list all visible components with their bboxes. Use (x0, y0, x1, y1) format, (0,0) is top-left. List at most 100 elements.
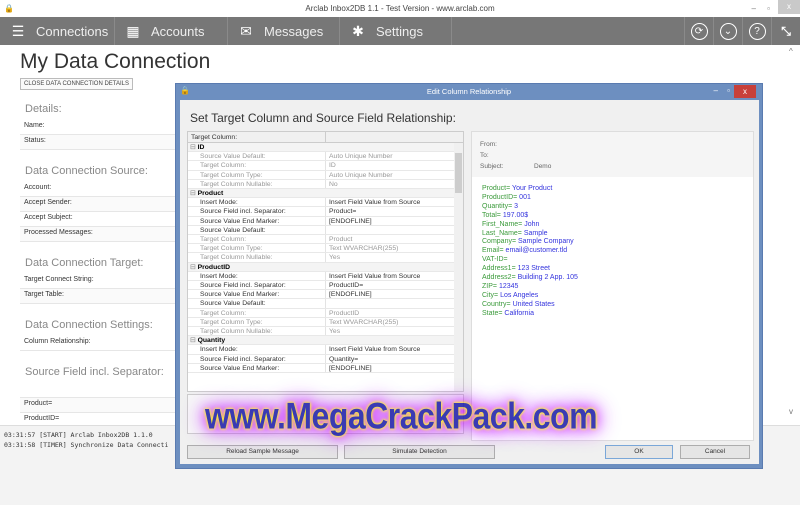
cancel-button[interactable]: Cancel (680, 445, 750, 459)
grid-row[interactable]: Target Column Nullable: Yes (188, 253, 454, 263)
reload-sample-button[interactable]: Reload Sample Message (187, 445, 338, 459)
nav-messages[interactable]: ✉ Messages (228, 17, 340, 45)
grid-row[interactable]: Insert Mode: Insert Field Value from Sour… (188, 271, 454, 281)
property-value[interactable]: Yes (326, 327, 340, 335)
property-grid[interactable]: Target Column: ⊟ ID Source Value Default:… (187, 131, 464, 392)
collapse-icon[interactable]: ⊟ (190, 337, 198, 344)
nav-label: Accounts (151, 23, 205, 39)
grid-row[interactable]: Target Column Nullable: No (188, 179, 454, 189)
message-line: Company= Sample Company (482, 238, 578, 247)
simulate-detection-button[interactable]: Simulate Detection (344, 445, 495, 459)
property-value[interactable]: Quantity= (326, 355, 358, 363)
grid-row[interactable]: Target Column Type: Auto Unique Number (188, 170, 454, 180)
dialog-maximize-button[interactable]: ▫ (727, 86, 730, 95)
property-value[interactable]: ID (326, 161, 336, 169)
grid-row[interactable]: Source Value End Marker: [ENDOFLINE] (188, 216, 454, 226)
property-name: Target Column: (188, 161, 326, 170)
dialog-minimize-button[interactable]: – (714, 86, 718, 95)
property-value[interactable]: Product (326, 235, 352, 243)
nav-connections[interactable]: ☰ Connections (0, 17, 115, 45)
grid-category[interactable]: ⊟ ID (188, 143, 454, 153)
grid-category[interactable]: ⊟ Quantity (188, 336, 454, 346)
grid-row[interactable]: Source Field incl. Separator: Quantity= (188, 354, 454, 364)
property-value[interactable]: ProductID= (326, 281, 363, 289)
collapse-icon[interactable]: ⊟ (190, 264, 198, 271)
field-value: Sample Company (518, 238, 574, 246)
field-key: Product= (482, 185, 511, 192)
scroll-up-icon[interactable]: ^ (789, 47, 793, 56)
property-value[interactable]: Auto Unique Number (326, 152, 392, 160)
message-line: Address1= 123 Street (482, 265, 578, 274)
dropdown-button[interactable]: ⌄ (713, 17, 742, 45)
grid-row[interactable]: Source Field incl. Separator: ProductID= (188, 281, 454, 291)
field-value: email@customer.tld (505, 247, 568, 255)
grid-row[interactable]: Target Column Type: Text WVARCHAR(255) (188, 244, 454, 254)
property-value[interactable]: Insert Field Value from Source (326, 345, 420, 353)
subject-value: Demo (534, 163, 552, 170)
collapse-icon[interactable]: ⊟ (190, 144, 198, 151)
property-value[interactable]: [ENDOFLINE] (326, 217, 372, 225)
property-value[interactable]: Insert Field Value from Source (326, 198, 420, 206)
grid-row[interactable]: Source Field incl. Separator: Product= (188, 207, 454, 217)
grid-row[interactable]: Insert Mode: Insert Field Value from Sour… (188, 345, 454, 355)
field-value: 123 Street (517, 265, 550, 273)
field-key: ProductID= (482, 193, 518, 201)
property-value[interactable]: Text WVARCHAR(255) (326, 244, 398, 252)
property-name: Target Column Nullable: (188, 179, 326, 188)
category-label: ⊟ ProductID (188, 263, 326, 271)
grid-row[interactable]: Target Column: ProductID (188, 308, 454, 318)
grid-category[interactable]: ⊟ Product (188, 189, 454, 199)
grid-row[interactable]: Target Column Type: Text WVARCHAR(255) (188, 317, 454, 327)
property-value[interactable]: Yes (326, 253, 340, 261)
window-titlebar: 🔒 Arclab Inbox2DB 1.1 - Test Version - w… (0, 0, 800, 17)
dialog-close-button[interactable]: x (734, 85, 756, 98)
grid-scroll-thumb[interactable] (455, 153, 462, 193)
grid-row[interactable]: Source Value Default: (188, 299, 454, 309)
grid-row[interactable]: Target Column: Product (188, 235, 454, 245)
page-scrollbar[interactable]: ^ v (786, 45, 800, 425)
grid-row[interactable]: Target Column Nullable: Yes (188, 327, 454, 337)
message-line: ProductID= 001 (482, 194, 578, 203)
grid-row[interactable]: Target Column: ID (188, 161, 454, 171)
grid-row[interactable]: Source Value Default: (188, 225, 454, 235)
collapse-icon: ⤡ (781, 23, 791, 38)
grid-scrollbar[interactable] (454, 143, 463, 391)
scroll-down-icon[interactable]: v (789, 407, 793, 416)
message-header: From: To: Subject: Demo (472, 132, 753, 177)
property-description (187, 394, 464, 434)
field-key: Last_Name= (482, 229, 522, 237)
property-value[interactable]: ProductID (326, 309, 359, 317)
field-label: Product= (20, 398, 180, 413)
property-value[interactable]: Product= (326, 207, 356, 215)
property-value[interactable]: [ENDOFLINE] (326, 364, 372, 372)
grid-row[interactable]: Insert Mode: Insert Field Value from Sour… (188, 198, 454, 208)
nav-accounts[interactable]: ▦ Accounts (115, 17, 228, 45)
property-value[interactable]: Auto Unique Number (326, 171, 392, 179)
close-button[interactable]: x (778, 0, 800, 14)
grid-row[interactable]: Source Value End Marker: [ENDOFLINE] (188, 290, 454, 300)
close-details-button[interactable]: CLOSE DATA CONNECTION DETAILS (20, 78, 134, 90)
ok-button[interactable]: OK (605, 445, 673, 459)
grid-row[interactable]: Source Value Default: Auto Unique Number (188, 152, 454, 162)
section-title: Data Connection Target: (25, 257, 144, 269)
nav-settings[interactable]: ✱ Settings (340, 17, 452, 45)
property-value[interactable]: Text WVARCHAR(255) (326, 318, 398, 326)
property-value[interactable] (326, 226, 329, 234)
dialog-body: Set Target Column and Source Field Relat… (180, 100, 759, 464)
refresh-button[interactable]: ⟳ (684, 17, 713, 45)
property-value[interactable]: Insert Field Value from Source (326, 272, 420, 280)
field-value: John (524, 220, 540, 228)
help-button[interactable]: ? (742, 17, 771, 45)
grid-row[interactable]: Source Value End Marker: [ENDOFLINE] (188, 363, 454, 373)
message-line: Quantity= 3 (482, 203, 578, 212)
property-value[interactable]: [ENDOFLINE] (326, 290, 372, 298)
message-line: Product= Your Product (482, 185, 578, 194)
property-value[interactable]: No (326, 180, 338, 188)
section-title: Source Field incl. Separator: (25, 366, 164, 378)
collapse-icon[interactable]: ⊟ (190, 190, 198, 197)
minimize-button[interactable]: – (752, 0, 756, 17)
collapse-button[interactable]: ⤡ (771, 17, 800, 45)
property-value[interactable] (326, 299, 329, 307)
grid-category[interactable]: ⊟ ProductID (188, 262, 454, 272)
maximize-button[interactable]: ▫ (767, 0, 770, 17)
